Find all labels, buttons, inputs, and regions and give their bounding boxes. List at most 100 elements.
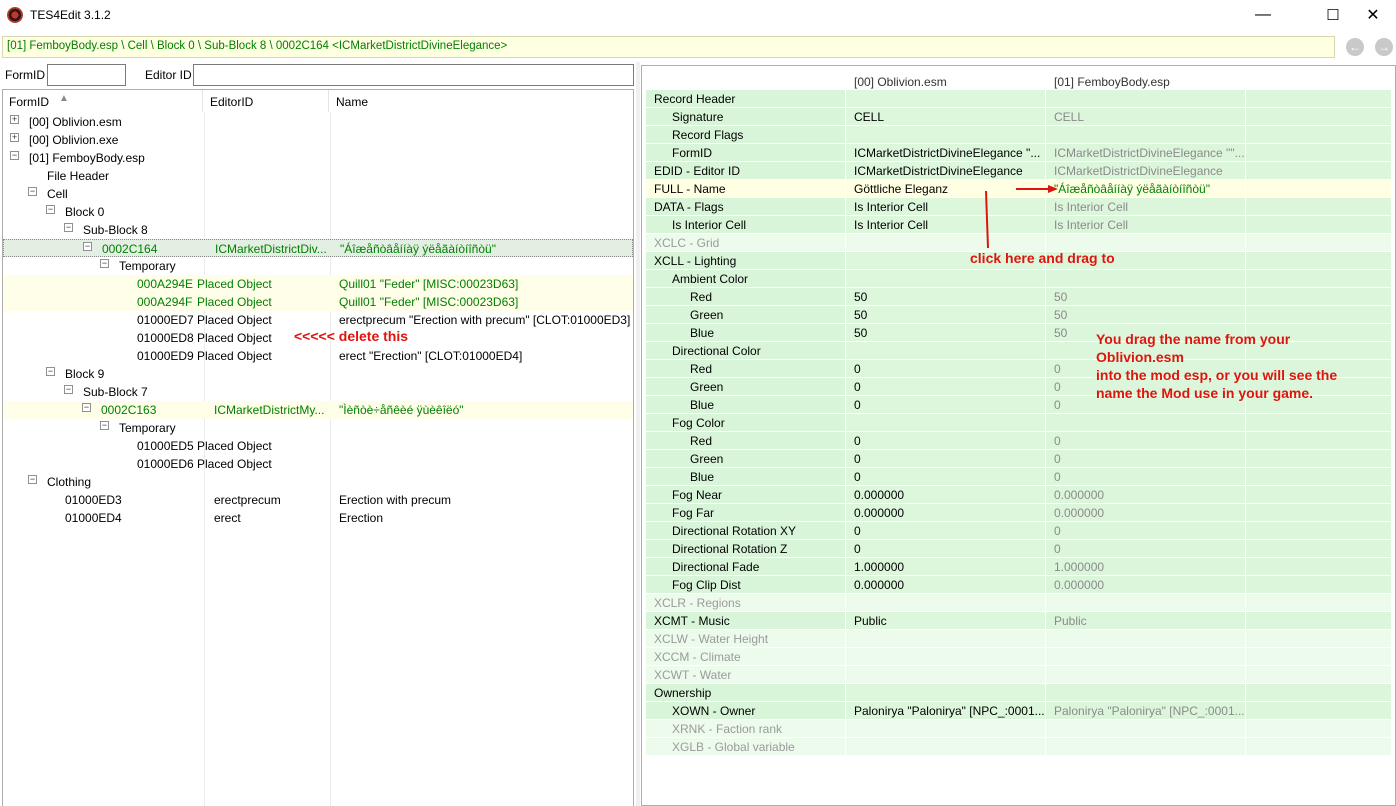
record-row[interactable]: FULL - Name Göttliche Eleganz "Áîæåñòâåííà… — [646, 180, 1391, 198]
record-row[interactable]: Record Flags — [646, 126, 1391, 144]
collapse-icon[interactable]: − — [64, 385, 73, 394]
record-row[interactable]: Directional Rotation XY 0 0 — [646, 522, 1391, 540]
record-row[interactable]: XRNK - Faction rank — [646, 720, 1391, 738]
record-row[interactable]: Red 50 50 — [646, 288, 1391, 306]
record-master-value[interactable]: 0 — [846, 432, 1045, 449]
record-plugin-value[interactable]: 0.000000 — [1046, 576, 1245, 593]
record-master-value[interactable]: Public — [846, 612, 1045, 629]
minimize-button[interactable]: — — [1240, 0, 1286, 30]
forward-arrow-icon[interactable]: → — [1375, 38, 1393, 56]
record-view[interactable]: [00] Oblivion.esm [01] FemboyBody.esp Re… — [641, 65, 1396, 806]
pane-splitter[interactable] — [636, 62, 640, 806]
tree-row[interactable]: − Temporary — [3, 419, 633, 437]
close-button[interactable]: ✕ — [1350, 0, 1396, 30]
tree-row[interactable]: − Cell — [3, 185, 633, 203]
tree-row[interactable]: − Sub-Block 7 — [3, 383, 633, 401]
record-plugin-value[interactable]: 0 — [1046, 522, 1245, 539]
expand-icon[interactable]: + — [10, 133, 19, 142]
record-row[interactable]: FormID ICMarketDistrictDivineElegance "..… — [646, 144, 1391, 162]
record-master-value[interactable] — [846, 126, 1045, 143]
record-master-value[interactable]: Palonirya "Palonirya" [NPC_:0001... — [846, 702, 1045, 719]
record-master-value[interactable]: Is Interior Cell — [846, 198, 1045, 215]
record-master-value[interactable]: 0 — [846, 378, 1045, 395]
record-row[interactable]: XCLW - Water Height — [646, 630, 1391, 648]
tree-row[interactable]: − 0002C163 ICMarketDistrictMy... "Ìèñòè÷åñê… — [3, 401, 633, 419]
record-column-master[interactable]: [00] Oblivion.esm — [846, 72, 1045, 89]
record-master-value[interactable]: 1.000000 — [846, 558, 1045, 575]
record-plugin-value[interactable]: 0 — [1046, 468, 1245, 485]
column-header-name[interactable]: Name — [330, 90, 633, 112]
tree-row[interactable]: 000A294E Placed Object Quill01 "Feder" [MI… — [3, 275, 633, 293]
record-master-value[interactable]: CELL — [846, 108, 1045, 125]
tree-row[interactable]: − 0002C164 ICMarketDistrictDiv... "Áîæåñòâå… — [3, 239, 633, 257]
record-row[interactable]: Record Header — [646, 90, 1391, 108]
record-plugin-value[interactable] — [1046, 738, 1245, 755]
record-plugin-value[interactable]: 0.000000 — [1046, 486, 1245, 503]
record-row[interactable]: XCWT - Water — [646, 666, 1391, 684]
record-plugin-value[interactable]: 0 — [1046, 450, 1245, 467]
record-master-value[interactable]: ICMarketDistrictDivineElegance "... — [846, 144, 1045, 161]
record-row[interactable]: Ownership — [646, 684, 1391, 702]
tree-row[interactable]: 01000ED6 Placed Object — [3, 455, 633, 473]
record-row[interactable]: Fog Color — [646, 414, 1391, 432]
record-master-value[interactable] — [846, 720, 1045, 737]
record-row[interactable]: Ambient Color — [646, 270, 1391, 288]
column-header-editorid[interactable]: EditorID — [204, 90, 329, 112]
tree-row[interactable]: − Clothing — [3, 473, 633, 491]
record-row[interactable]: XCMT - Music Public Public — [646, 612, 1391, 630]
record-master-value[interactable]: 50 — [846, 288, 1045, 305]
record-row[interactable]: Signature CELL CELL — [646, 108, 1391, 126]
record-plugin-value[interactable]: Is Interior Cell — [1046, 216, 1245, 233]
record-plugin-value[interactable]: 0.000000 — [1046, 504, 1245, 521]
back-arrow-icon[interactable]: ← — [1346, 38, 1364, 56]
tree-row[interactable]: File Header — [3, 167, 633, 185]
tree-row[interactable]: − Block 0 — [3, 203, 633, 221]
record-plugin-value[interactable] — [1046, 594, 1245, 611]
tree-row[interactable]: 01000ED3 erectprecum Erection with precum — [3, 491, 633, 509]
record-tree-view[interactable]: FormID ▲ EditorID Name + [00] Oblivion.es… — [2, 89, 634, 806]
tree-row[interactable]: − [01] FemboyBody.esp — [3, 149, 633, 167]
record-master-value[interactable] — [846, 648, 1045, 665]
expand-icon[interactable]: + — [10, 115, 19, 124]
record-master-value[interactable]: Is Interior Cell — [846, 216, 1045, 233]
tree-row[interactable]: + [00] Oblivion.exe — [3, 131, 633, 149]
record-master-value[interactable]: 0 — [846, 396, 1045, 413]
record-row[interactable]: XCLR - Regions — [646, 594, 1391, 612]
record-master-value[interactable] — [846, 666, 1045, 683]
record-master-value[interactable] — [846, 90, 1045, 107]
record-row[interactable]: Blue 0 0 — [646, 468, 1391, 486]
formid-filter-input[interactable] — [47, 64, 126, 86]
tree-row[interactable]: − Temporary — [3, 257, 633, 275]
record-plugin-value[interactable] — [1046, 270, 1245, 287]
record-row[interactable]: EDID - Editor ID ICMarketDistrictDivineEl… — [646, 162, 1391, 180]
tree-row[interactable]: 01000ED4 erect Erection — [3, 509, 633, 527]
collapse-icon[interactable]: − — [46, 367, 55, 376]
record-master-value[interactable] — [846, 594, 1045, 611]
record-master-value[interactable]: 0 — [846, 540, 1045, 557]
tree-row[interactable]: 000A294F Placed Object Quill01 "Feder" [MI… — [3, 293, 633, 311]
record-row[interactable]: XCCM - Climate — [646, 648, 1391, 666]
record-master-value[interactable]: 50 — [846, 324, 1045, 341]
record-plugin-value[interactable]: 50 — [1046, 288, 1245, 305]
record-master-value[interactable]: 0.000000 — [846, 486, 1045, 503]
record-master-value[interactable] — [846, 414, 1045, 431]
tree-row[interactable]: 01000ED7 Placed Object erectprecum "Erecti… — [3, 311, 633, 329]
record-plugin-value[interactable]: ICMarketDistrictDivineElegance — [1046, 162, 1245, 179]
record-master-value[interactable] — [846, 738, 1045, 755]
record-plugin-value[interactable]: 1.000000 — [1046, 558, 1245, 575]
record-plugin-value[interactable]: 50 — [1046, 306, 1245, 323]
record-plugin-value[interactable]: ICMarketDistrictDivineElegance ""... — [1046, 144, 1245, 161]
record-master-value[interactable]: 0.000000 — [846, 576, 1045, 593]
record-row[interactable]: XGLB - Global variable — [646, 738, 1391, 756]
record-master-value[interactable]: 0 — [846, 468, 1045, 485]
collapse-icon[interactable]: − — [82, 403, 91, 412]
record-row[interactable]: Green 50 50 — [646, 306, 1391, 324]
record-master-value[interactable]: Göttliche Eleganz — [846, 180, 1045, 197]
record-plugin-value[interactable]: Public — [1046, 612, 1245, 629]
record-plugin-value[interactable] — [1046, 90, 1245, 107]
record-row[interactable]: Fog Near 0.000000 0.000000 — [646, 486, 1391, 504]
collapse-icon[interactable]: − — [28, 187, 37, 196]
collapse-icon[interactable]: − — [64, 223, 73, 232]
record-plugin-value[interactable] — [1046, 666, 1245, 683]
record-row[interactable]: Fog Clip Dist 0.000000 0.000000 — [646, 576, 1391, 594]
